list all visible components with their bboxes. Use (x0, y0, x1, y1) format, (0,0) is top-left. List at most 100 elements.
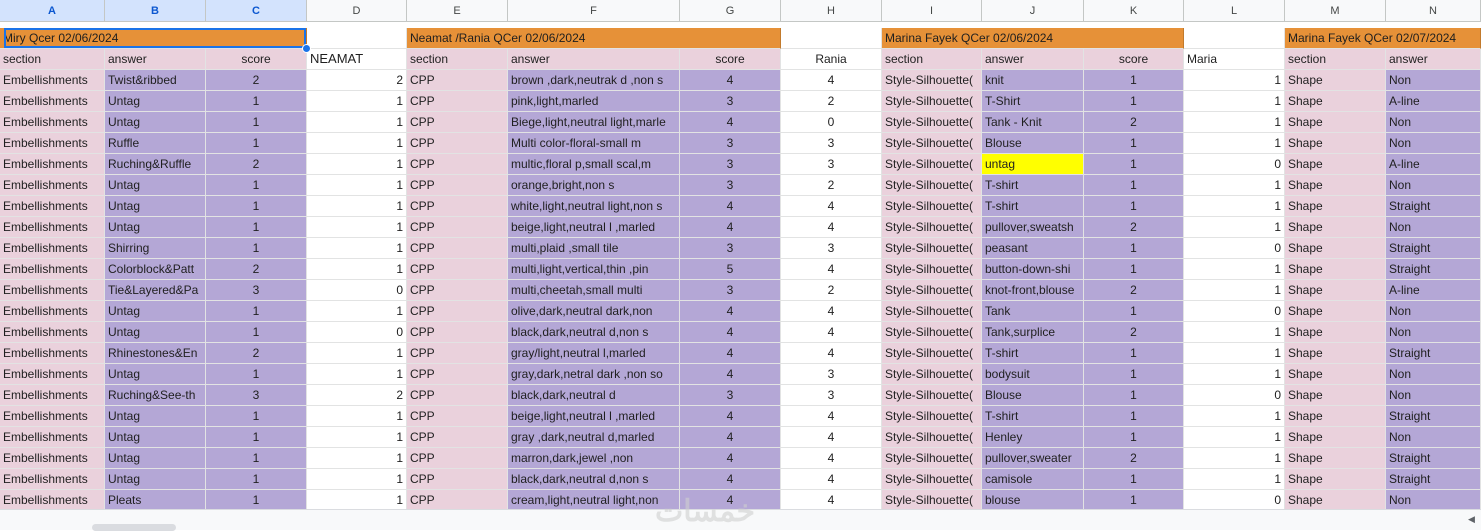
column-label-rania[interactable]: Rania (781, 49, 882, 70)
table-cell[interactable]: 4 (781, 469, 882, 490)
table-cell[interactable]: Ruffle (105, 133, 206, 154)
table-cell[interactable]: Henley (982, 427, 1084, 448)
table-cell[interactable]: 2 (206, 259, 307, 280)
table-cell[interactable]: Shape (1285, 427, 1386, 448)
column-label-answer[interactable]: answer (105, 49, 206, 70)
table-cell[interactable]: Style-Silhouette( (882, 343, 982, 364)
table-cell[interactable]: black,dark,neutral d (508, 385, 680, 406)
table-cell[interactable]: gray,dark,netral dark ,non so (508, 364, 680, 385)
table-cell[interactable]: 1 (307, 259, 407, 280)
table-cell[interactable]: multi,plaid ,small tile (508, 238, 680, 259)
table-cell[interactable]: Untag (105, 175, 206, 196)
table-cell[interactable]: 4 (680, 406, 781, 427)
table-cell[interactable]: Style-Silhouette( (882, 91, 982, 112)
table-cell[interactable]: CPP (407, 406, 508, 427)
table-cell[interactable]: 0 (1184, 154, 1285, 175)
column-label-score[interactable]: score (680, 49, 781, 70)
table-cell[interactable]: Straight (1386, 259, 1481, 280)
empty-cell[interactable] (781, 28, 882, 49)
table-cell[interactable]: 2 (206, 154, 307, 175)
table-cell[interactable]: Shape (1285, 490, 1386, 511)
table-cell[interactable]: Embellishments (0, 91, 105, 112)
table-cell[interactable]: 2 (206, 343, 307, 364)
table-cell[interactable]: 1 (307, 133, 407, 154)
table-cell[interactable]: Untag (105, 91, 206, 112)
table-cell[interactable]: camisole (982, 469, 1084, 490)
table-cell[interactable]: 4 (781, 427, 882, 448)
table-cell[interactable]: black,dark,neutral d,non s (508, 322, 680, 343)
table-cell[interactable]: 2 (781, 91, 882, 112)
table-cell[interactable]: peasant (982, 238, 1084, 259)
table-cell[interactable]: 1 (307, 112, 407, 133)
table-cell[interactable]: Non (1386, 301, 1481, 322)
table-cell[interactable]: Style-Silhouette( (882, 448, 982, 469)
table-cell[interactable]: 2 (1084, 448, 1184, 469)
table-cell[interactable]: 0 (781, 112, 882, 133)
table-cell[interactable]: 2 (781, 175, 882, 196)
column-label-maria[interactable]: Maria (1184, 49, 1285, 70)
table-cell[interactable]: 4 (781, 448, 882, 469)
column-header-e[interactable]: E (407, 0, 508, 22)
table-cell[interactable]: 1 (307, 469, 407, 490)
table-cell[interactable]: pullover,sweatsh (982, 217, 1084, 238)
table-cell[interactable]: CPP (407, 301, 508, 322)
table-cell[interactable]: multi,cheetah,small multi (508, 280, 680, 301)
table-cell[interactable]: button-down-shi (982, 259, 1084, 280)
table-cell[interactable]: Embellishments (0, 469, 105, 490)
table-cell[interactable]: Non (1386, 133, 1481, 154)
table-cell[interactable]: Untag (105, 196, 206, 217)
table-cell[interactable]: Shape (1285, 91, 1386, 112)
column-label-score[interactable]: score (1084, 49, 1184, 70)
table-cell[interactable]: 1 (307, 91, 407, 112)
table-cell[interactable]: 1 (307, 154, 407, 175)
table-cell[interactable]: 1 (307, 301, 407, 322)
table-cell[interactable]: 0 (307, 322, 407, 343)
table-cell[interactable]: Shape (1285, 469, 1386, 490)
table-cell[interactable]: cream,light,neutral light,non (508, 490, 680, 511)
table-cell[interactable]: Straight (1386, 406, 1481, 427)
column-label-answer[interactable]: answer (508, 49, 680, 70)
table-cell[interactable]: beige,light,neutral l ,marled (508, 217, 680, 238)
table-cell[interactable]: CPP (407, 448, 508, 469)
table-cell[interactable]: 0 (1184, 301, 1285, 322)
table-cell[interactable]: Shape (1285, 448, 1386, 469)
table-cell[interactable]: 5 (680, 259, 781, 280)
table-cell[interactable]: Non (1386, 175, 1481, 196)
table-cell[interactable]: 2 (307, 70, 407, 91)
table-cell[interactable]: 1 (206, 406, 307, 427)
table-cell[interactable]: 1 (206, 112, 307, 133)
table-cell[interactable]: 1 (206, 91, 307, 112)
column-label-answer[interactable]: answer (1386, 49, 1481, 70)
table-cell[interactable]: 3 (680, 238, 781, 259)
table-cell[interactable]: 1 (206, 448, 307, 469)
table-cell[interactable]: Non (1386, 112, 1481, 133)
empty-cell[interactable] (1184, 28, 1285, 49)
column-label-section[interactable]: section (1285, 49, 1386, 70)
table-cell[interactable]: CPP (407, 280, 508, 301)
table-cell[interactable]: 4 (680, 343, 781, 364)
table-cell[interactable]: 2 (1084, 280, 1184, 301)
table-cell[interactable]: Shape (1285, 406, 1386, 427)
table-cell[interactable]: Embellishments (0, 112, 105, 133)
column-label-section[interactable]: section (0, 49, 105, 70)
table-cell[interactable]: 1 (1184, 112, 1285, 133)
table-cell[interactable]: 4 (781, 406, 882, 427)
table-cell[interactable]: orange,bright,non s (508, 175, 680, 196)
table-cell[interactable]: 1 (1084, 259, 1184, 280)
table-cell[interactable]: CPP (407, 238, 508, 259)
table-cell[interactable]: Embellishments (0, 280, 105, 301)
table-cell[interactable]: 3 (680, 385, 781, 406)
table-cell[interactable]: Straight (1386, 448, 1481, 469)
table-cell[interactable]: CPP (407, 196, 508, 217)
table-cell[interactable]: Non (1386, 490, 1481, 511)
table-cell[interactable]: 4 (680, 217, 781, 238)
column-label-section[interactable]: section (882, 49, 982, 70)
table-cell[interactable]: CPP (407, 343, 508, 364)
table-cell[interactable]: 3 (680, 154, 781, 175)
table-cell[interactable]: 0 (307, 280, 407, 301)
table-cell[interactable]: 4 (781, 490, 882, 511)
table-cell[interactable]: 2 (781, 280, 882, 301)
table-cell[interactable]: 1 (307, 196, 407, 217)
table-cell[interactable]: CPP (407, 469, 508, 490)
table-cell[interactable]: 1 (307, 217, 407, 238)
